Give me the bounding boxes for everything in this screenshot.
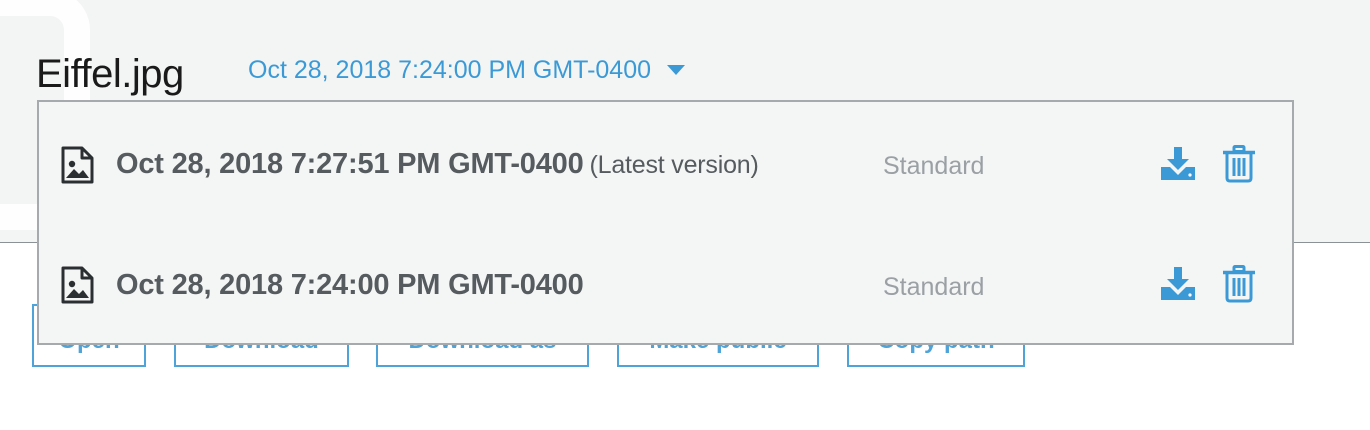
storage-class: Standard xyxy=(883,152,985,180)
version-selector-label: Oct 28, 2018 7:24:00 PM GMT-0400 xyxy=(248,56,652,84)
version-date: Oct 28, 2018 7:24:00 PM GMT-0400 xyxy=(116,269,584,302)
trash-icon[interactable] xyxy=(1222,265,1256,303)
storage-class: Standard xyxy=(883,273,985,301)
download-icon[interactable] xyxy=(1159,145,1197,181)
caret-down-icon xyxy=(667,65,686,75)
version-row[interactable]: Oct 28, 2018 7:24:00 PM GMT-0400 Standar… xyxy=(39,224,1292,344)
version-date-text: Oct 28, 2018 7:27:51 PM GMT-0400 xyxy=(116,148,584,180)
image-file-icon xyxy=(59,146,95,184)
version-selector[interactable]: Oct 28, 2018 7:24:00 PM GMT-0400 xyxy=(248,53,686,87)
version-row[interactable]: Oct 28, 2018 7:27:51 PM GMT-0400 (Latest … xyxy=(39,104,1292,224)
download-icon[interactable] xyxy=(1159,265,1197,301)
version-date: Oct 28, 2018 7:27:51 PM GMT-0400 (Latest … xyxy=(116,148,759,181)
file-title: Eiffel.jpg xyxy=(36,52,184,96)
image-file-icon xyxy=(59,266,95,304)
version-date-text: Oct 28, 2018 7:24:00 PM GMT-0400 xyxy=(116,269,584,301)
latest-version-tag: (Latest version) xyxy=(589,151,759,179)
version-dropdown: Oct 28, 2018 7:27:51 PM GMT-0400 (Latest … xyxy=(37,100,1294,345)
trash-icon[interactable] xyxy=(1222,145,1256,183)
